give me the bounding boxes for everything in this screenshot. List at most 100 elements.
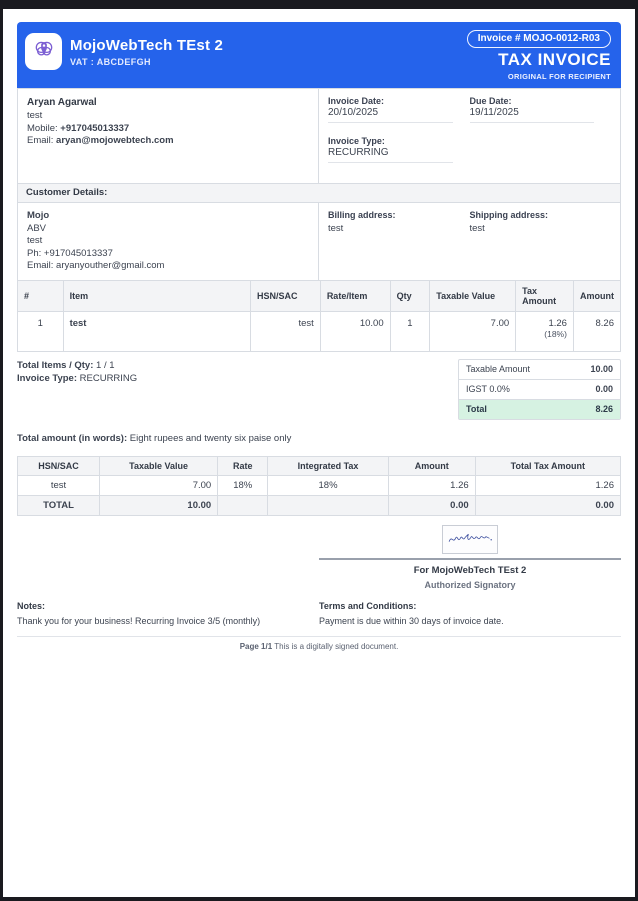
col-header-item: Item [62,279,252,312]
tax-row-amount: 1.26 [387,474,476,496]
invoice-type-field: Invoice Type: RECURRING [328,136,470,163]
item-tax-rate-note: (18%) [544,328,567,339]
page-footer: Page 1/1 This is a digitally signed docu… [17,635,621,651]
col-header-tax: Tax Amount [515,279,574,312]
col-header-taxable: Taxable Value [429,279,517,312]
notes-block: Notes: Thank you for your business! Recu… [17,601,319,626]
tax-total-rate [217,494,269,516]
col-header-qty: Qty [389,279,431,312]
seller-line2: test [27,110,43,121]
seller-mobile-value: +917045013337 [60,122,130,134]
shipping-address-label: Shipping address: [469,210,549,220]
company-logo [25,33,62,70]
customer-email: Email: aryanyouther@gmail.com [27,260,165,272]
tax-row-integrated: 18% [267,474,389,496]
company-name: MojoWebTech TEst 2 [70,36,224,54]
taxable-amount-label: Taxable Amount [466,363,531,374]
document-title: TAX INVOICE [498,50,611,69]
tax-header-row: HSN/SAC Taxable Value Rate Integrated Ta… [17,455,622,476]
notes-label: Notes: [17,600,46,611]
customer-name: Mojo [27,210,50,221]
billing-address-label: Billing address: [328,210,396,220]
amount-in-words-value: Eight rupees and twenty six paise only [129,432,292,444]
header-right: Invoice # MOJO-0012-R03 TAX INVOICE ORIG… [466,30,611,81]
invoice-meta-grid: Invoice Date: 20/10/2025 Due Date: 19/11… [328,96,611,176]
invoice-date-label: Invoice Date: [328,96,385,106]
seller-email: Email: aryan@mojowebtech.com [27,135,309,148]
amount-in-words-label: Total amount (in words): [17,432,130,444]
igst-label: IGST 0.0% [466,383,510,394]
terms-block: Terms and Conditions: Payment is due wit… [319,601,621,626]
items-header-row: # Item HSN/SAC Rate/Item Qty Taxable Val… [17,279,622,312]
tax-col-total: Total Tax Amount [474,455,622,476]
customer-addresses: Billing address: test Shipping address: … [319,203,620,280]
signature-image [442,524,498,554]
tax-col-integrated: Integrated Tax [267,455,389,476]
totals-box: Taxable Amount 10.00 IGST 0.0% 0.00 Tota… [458,358,621,420]
billing-address: Billing address: test [328,210,470,273]
tax-row-hsn: test [17,474,100,496]
invoice-page: MojoWebTech TEst 2 VAT : ABCDEFGH Invoic… [3,9,635,897]
invoice-date-field: Invoice Date: 20/10/2025 [328,96,470,123]
totals-invoice-type-value: RECURRING [79,373,138,385]
header-title-stack: MojoWebTech TEst 2 VAT : ABCDEFGH [70,37,223,67]
total-items-qty: Total Items / Qty: 1 / 1 [17,359,137,373]
customer-line2: ABV [27,222,47,234]
invoice-content: MojoWebTech TEst 2 VAT : ABCDEFGH Invoic… [3,9,635,664]
tax-col-hsn: HSN/SAC [17,455,100,476]
notes-terms-section: Notes: Thank you for your business! Recu… [17,601,621,626]
signature-section: For MojoWebTech TEst 2 Authorized Signat… [319,524,621,590]
brain-icon [31,36,57,67]
grand-total-value: 8.26 [595,403,613,414]
page-number: Page 1/1 [239,641,273,651]
taxable-amount-row: Taxable Amount 10.00 [459,360,620,380]
tax-total-taxable: 10.00 [98,494,219,516]
item-amount: 8.26 [572,310,622,352]
digitally-signed-note: This is a digitally signed document. [272,641,399,651]
tax-col-amount: Amount [387,455,476,476]
invoice-type-label: Invoice Type: [328,136,385,146]
item-taxable-value: 7.00 [429,310,517,352]
customer-info: Mojo ABV test Ph: +917045013337 Email: a… [18,203,319,280]
tax-row-rate: 18% [217,474,269,496]
tax-total-totaltax: 0.00 [474,494,622,516]
totals-invoice-type: Invoice Type: RECURRING [17,372,137,386]
grand-total-row: Total 8.26 [459,399,620,419]
taxable-amount-value: 10.00 [590,363,613,374]
company-vat: VAT : ABCDEFGH [70,56,151,67]
signature-divider [319,557,621,560]
header-left: MojoWebTech TEst 2 VAT : ABCDEFGH [25,33,223,70]
item-tax-amount: 1.26 (18%) [515,310,574,352]
amount-in-words: Total amount (in words): Eight rupees an… [17,433,621,444]
tax-total-label: TOTAL [17,494,100,516]
invoice-date-value: 20/10/2025 [328,106,453,123]
item-hsn: test [250,310,321,352]
tax-total-row: TOTAL 10.00 0.00 0.00 [17,494,622,516]
shipping-address: Shipping address: test [470,210,612,273]
notes-text: Thank you for your business! Recurring I… [17,615,261,626]
tax-total-amount: 0.00 [387,494,476,516]
invoice-meta: Invoice Date: 20/10/2025 Due Date: 19/11… [319,89,620,183]
item-qty: 1 [389,310,431,352]
invoice-number-badge: Invoice # MOJO-0012-R03 [466,30,611,48]
items-table: # Item HSN/SAC Rate/Item Qty Taxable Val… [17,279,622,352]
totals-invoice-type-label: Invoice Type: [17,373,80,385]
seller-details: Aryan Agarwal test Mobile: +917045013337… [18,89,319,183]
due-date-field: Due Date: 19/11/2025 [469,96,612,123]
signature-for-line: For MojoWebTech TEst 2 [413,564,527,576]
seller-name: Aryan Agarwal [27,97,97,108]
item-row: 1 test test 10.00 1 7.00 1.26 (18%) 8.26 [17,310,622,352]
terms-text: Payment is due within 30 days of invoice… [319,615,504,626]
tax-total-integrated [267,494,389,516]
authorized-signatory-label: Authorized Signatory [424,579,516,590]
due-date-value: 19/11/2025 [469,106,595,123]
document-subtitle: ORIGINAL FOR RECIPIENT [507,71,611,81]
terms-label: Terms and Conditions: [319,600,417,611]
signature-scribble-icon [448,534,492,542]
totals-section: Total Items / Qty: 1 / 1 Invoice Type: R… [17,358,621,420]
item-sno: 1 [17,310,64,352]
item-rate: 10.00 [319,310,391,352]
seller-mobile: Mobile: +917045013337 [27,123,309,136]
customer-line3: test [27,235,43,247]
tax-data-row: test 7.00 18% 18% 1.26 1.26 [17,474,622,496]
